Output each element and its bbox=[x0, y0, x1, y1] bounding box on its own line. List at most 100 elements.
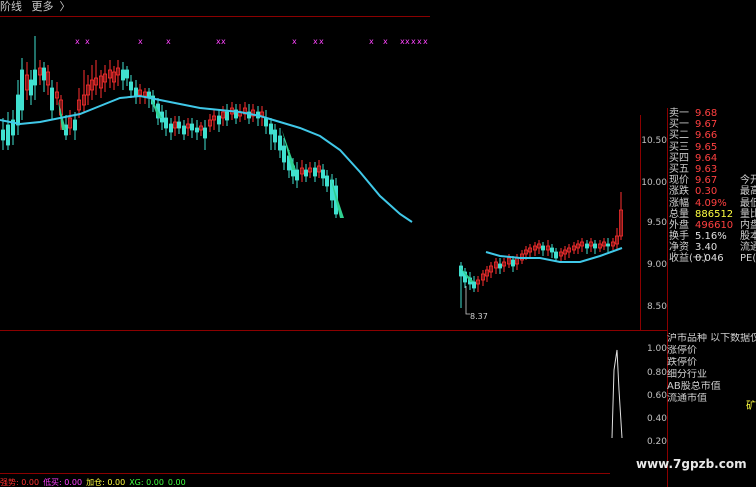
candle-body bbox=[281, 145, 286, 163]
signal-marker: x bbox=[221, 37, 226, 46]
quote-value: 0.046 bbox=[695, 253, 724, 265]
candle-body bbox=[294, 169, 299, 181]
candle-body bbox=[202, 127, 207, 139]
quote-label: 买五 bbox=[669, 163, 689, 175]
indicator-tick-label: 0.60 bbox=[646, 391, 667, 401]
candle-body bbox=[277, 135, 282, 151]
candle-body bbox=[216, 115, 221, 125]
candle-body bbox=[189, 123, 194, 131]
quote-row: 收益(一)0.046PE(动) bbox=[667, 253, 756, 264]
candle-body bbox=[606, 243, 611, 247]
candle-body bbox=[6, 124, 11, 146]
candle-body bbox=[458, 265, 463, 277]
candle-body bbox=[268, 123, 273, 135]
candle-body bbox=[510, 259, 515, 267]
candle-body bbox=[125, 69, 130, 79]
candle-body bbox=[121, 69, 126, 81]
quote-value: 0.30 bbox=[695, 186, 718, 198]
quote-row: 现价 9.67 今开 bbox=[667, 175, 756, 186]
quote-label: 买二 bbox=[669, 130, 689, 142]
quote-label-right: 内盘 bbox=[740, 219, 756, 231]
quote-value: 9.66 bbox=[695, 130, 718, 142]
quote-label: 买三 bbox=[669, 141, 689, 153]
signal-marker: x bbox=[292, 37, 297, 46]
quote-label-right: 量比 bbox=[740, 208, 756, 220]
candle-body bbox=[194, 127, 199, 133]
quote-label-right: PE(动) bbox=[740, 253, 756, 265]
signal-marker: x bbox=[138, 37, 143, 46]
candle-body bbox=[471, 281, 476, 289]
quote-value: 886512 bbox=[695, 208, 734, 220]
candle-body bbox=[263, 117, 268, 127]
candle-body bbox=[28, 79, 33, 96]
candlestick-chart[interactable]: xxxxxxxxxxxxxxxx bbox=[0, 0, 640, 330]
watermark: www.7gpzb.com bbox=[636, 457, 747, 471]
indicator-spike bbox=[611, 349, 623, 439]
candle-body bbox=[176, 121, 181, 129]
signal-marker: x bbox=[166, 37, 171, 46]
quote-row: 总量 886512 量比 bbox=[667, 209, 756, 220]
candle-body bbox=[550, 247, 555, 253]
quote-label-right: 最高 bbox=[740, 186, 756, 198]
quote-value: 5.16% bbox=[695, 231, 727, 243]
quote-label-right: 今开 bbox=[740, 175, 756, 187]
stock-details-list: 沪市品种 以下数据仅供 涨停价 跌停价 细分行业 AB股总市值 流通市值 bbox=[667, 333, 756, 405]
side-char: 矿 bbox=[746, 401, 756, 412]
legend-item: 强势: 0.00 bbox=[0, 478, 40, 487]
quote-label-right: 股本 bbox=[740, 231, 756, 243]
candle-body bbox=[593, 243, 598, 249]
price-tick-label: 9.50 bbox=[646, 218, 667, 228]
candle-body bbox=[320, 169, 325, 179]
quote-label: 外盘 bbox=[669, 219, 689, 231]
signal-marker: x bbox=[85, 37, 90, 46]
quote-row: 买二 9.66 bbox=[667, 130, 756, 141]
quote-label: 净资 bbox=[669, 242, 689, 254]
signal-marker: x bbox=[313, 37, 318, 46]
quote-panel: 卖一 9.68 买一 9.67 买二 9.66 买三 9.65 买四 9.64 买五 9.63 现价 9.… bbox=[667, 108, 756, 265]
indicator-chart[interactable] bbox=[0, 330, 640, 480]
candle-body bbox=[128, 81, 133, 91]
quote-row: 换手 5.16% 股本 bbox=[667, 231, 756, 242]
detail-float-cap: 流通市值 bbox=[667, 393, 707, 404]
quote-label: 买四 bbox=[669, 152, 689, 164]
low-price-label: 8.37 bbox=[470, 312, 488, 321]
quote-row: 买三 9.65 bbox=[667, 142, 756, 153]
quote-label: 总量 bbox=[669, 208, 689, 220]
quote-label-right: 最低 bbox=[740, 197, 756, 209]
quote-row: 买四 9.64 bbox=[667, 153, 756, 164]
quote-value: 3.40 bbox=[695, 242, 718, 254]
legend-item: 加仓: 0.00 bbox=[86, 478, 126, 487]
signal-marker: x bbox=[423, 37, 428, 46]
quote-label: 买一 bbox=[669, 119, 689, 131]
quote-row: 买五 9.63 bbox=[667, 164, 756, 175]
candle-body bbox=[224, 111, 229, 121]
detail-limit-up: 涨停价 bbox=[667, 345, 697, 356]
quote-row: 净资 3.40 流通 bbox=[667, 242, 756, 253]
quote-value: 4.09% bbox=[695, 197, 727, 209]
signal-marker: x bbox=[405, 37, 410, 46]
legend-item: 0.00 bbox=[167, 478, 186, 487]
price-tick-label: 10.00 bbox=[641, 178, 667, 188]
candle-body bbox=[33, 69, 38, 86]
candle-body bbox=[554, 251, 559, 259]
candle-body bbox=[42, 67, 47, 81]
quote-label: 现价 bbox=[669, 175, 689, 187]
quote-row: 涨跌 0.30 最高 bbox=[667, 186, 756, 197]
candle-body bbox=[168, 123, 173, 133]
quote-row: 涨幅 4.09% 最低 bbox=[667, 198, 756, 209]
candle-body bbox=[497, 263, 502, 269]
price-tick-label: 9.00 bbox=[646, 260, 667, 270]
low-price-pointer bbox=[465, 286, 470, 315]
legend-item: 低买: 0.00 bbox=[43, 478, 83, 487]
candle-body bbox=[50, 87, 55, 111]
quote-row: 买一 9.67 bbox=[667, 119, 756, 130]
candle-body bbox=[303, 169, 308, 177]
detail-limit-down: 跌停价 bbox=[667, 357, 697, 368]
chart-window: 阶线 更多〉 xxxxxxxxxxxxxxxx 10.50 10.00 9.50 9.… bbox=[0, 0, 756, 487]
candle-body bbox=[163, 117, 168, 129]
signal-marker: x bbox=[411, 37, 416, 46]
candle-body bbox=[15, 94, 20, 126]
candle-body bbox=[324, 175, 329, 187]
indicator-tick-label: 1.00 bbox=[646, 344, 667, 354]
details-header: 沪市品种 以下数据仅供 bbox=[667, 333, 756, 344]
